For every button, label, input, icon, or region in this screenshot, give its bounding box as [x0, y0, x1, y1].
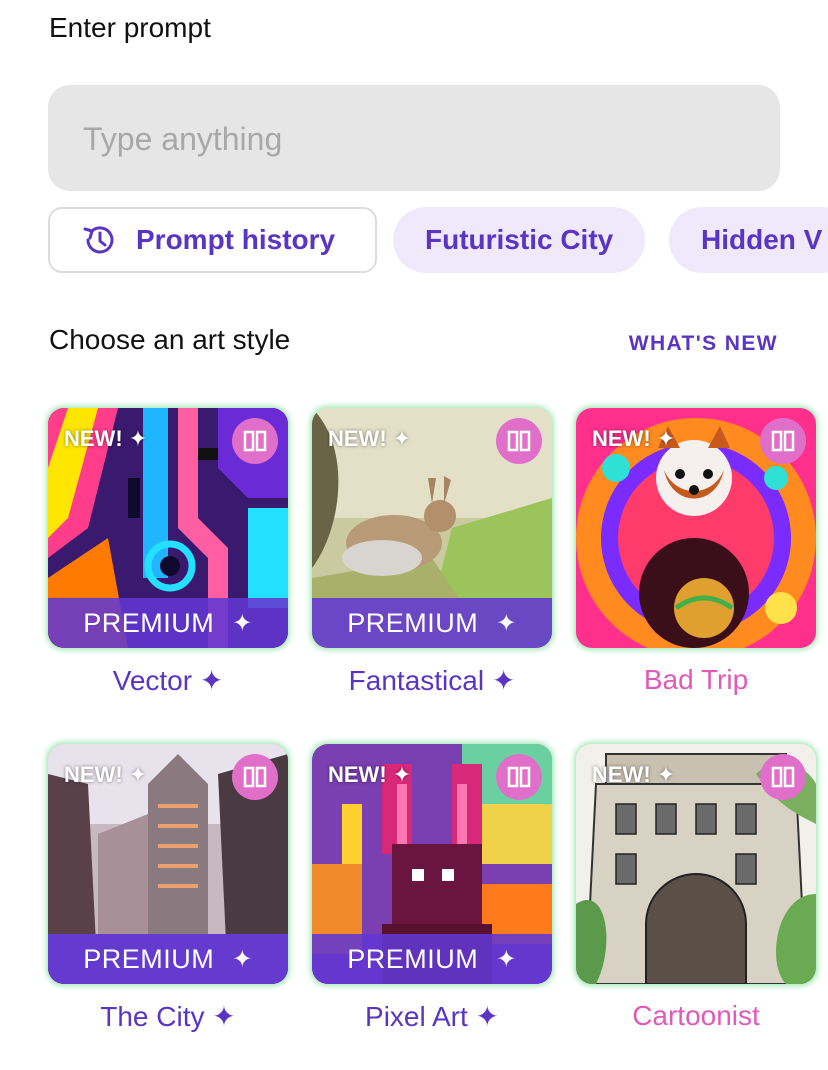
- sparkle-icon: ✦: [232, 609, 253, 637]
- new-badge: NEW! ✦: [64, 426, 148, 451]
- style-card-cartoonist[interactable]: NEW! ✦: [576, 744, 816, 984]
- style-info-button[interactable]: [760, 754, 806, 800]
- prompt-input[interactable]: [81, 85, 745, 193]
- style-info-button[interactable]: [496, 418, 542, 464]
- style-card-label: Pixel Art ✦: [365, 1001, 499, 1032]
- style-card-fantastical[interactable]: NEW! ✦ PREMIUM ✦: [312, 408, 552, 648]
- book-icon: [771, 766, 795, 788]
- new-badge: NEW! ✦: [64, 762, 148, 787]
- style-card-pixel-art[interactable]: NEW! ✦ PREMIUM ✦: [312, 744, 552, 984]
- suggestion-chip-label: Futuristic City: [425, 224, 614, 255]
- suggestion-chip-futuristic-city[interactable]: Futuristic City: [393, 207, 646, 273]
- sparkle-icon: ✦: [392, 762, 412, 787]
- style-card-the-city[interactable]: NEW! ✦ PREMIUM ✦: [48, 744, 288, 984]
- book-icon: [507, 766, 531, 788]
- book-icon: [771, 430, 795, 452]
- history-icon: [83, 226, 114, 254]
- style-card-bad-trip[interactable]: NEW! ✦: [576, 408, 816, 648]
- sparkle-icon: ✦: [232, 945, 253, 973]
- style-card-label: Vector ✦: [112, 665, 224, 696]
- premium-banner: PREMIUM ✦: [312, 934, 552, 984]
- style-info-button[interactable]: [232, 418, 278, 464]
- book-icon: [243, 766, 267, 788]
- premium-banner: PREMIUM ✦: [312, 598, 552, 648]
- enter-prompt-label: Enter prompt: [49, 12, 211, 43]
- style-info-button[interactable]: [232, 754, 278, 800]
- prompt-chips-row: Prompt history Futuristic City Hidden V: [48, 207, 828, 277]
- art-style-section-title: Choose an art style: [49, 324, 291, 355]
- sparkle-icon: ✦: [656, 762, 676, 787]
- premium-banner: PREMIUM ✦: [48, 934, 288, 984]
- style-card-vector[interactable]: NEW! ✦ PREMIUM ✦: [48, 408, 288, 648]
- suggestion-chip-hidden[interactable]: Hidden V: [669, 207, 828, 273]
- style-card-label: The City ✦: [100, 1001, 236, 1032]
- prompt-history-label: Prompt history: [136, 224, 336, 255]
- suggestion-chip-label: Hidden V: [701, 224, 823, 255]
- style-card-label: Bad Trip: [643, 664, 749, 695]
- new-badge: NEW! ✦: [328, 762, 412, 787]
- sparkle-icon: ✦: [128, 762, 148, 787]
- new-badge: NEW! ✦: [592, 762, 676, 787]
- prompt-input-box[interactable]: [48, 85, 780, 193]
- book-icon: [507, 430, 531, 452]
- sparkle-icon: ✦: [656, 426, 676, 451]
- sparkle-icon: ✦: [496, 609, 517, 637]
- style-info-button[interactable]: [760, 418, 806, 464]
- sparkle-icon: ✦: [496, 945, 517, 973]
- whats-new-link[interactable]: WHAT'S NEW: [629, 332, 778, 356]
- sparkle-icon: ✦: [392, 426, 412, 451]
- sparkle-icon: ✦: [128, 426, 148, 451]
- premium-banner: PREMIUM ✦: [48, 598, 288, 648]
- style-card-label: Cartoonist: [632, 1000, 760, 1031]
- prompt-history-button[interactable]: Prompt history: [48, 207, 377, 273]
- new-badge: NEW! ✦: [592, 426, 676, 451]
- new-badge: NEW! ✦: [328, 426, 412, 451]
- style-info-button[interactable]: [496, 754, 542, 800]
- style-card-label: Fantastical ✦: [348, 665, 516, 696]
- book-icon: [243, 430, 267, 452]
